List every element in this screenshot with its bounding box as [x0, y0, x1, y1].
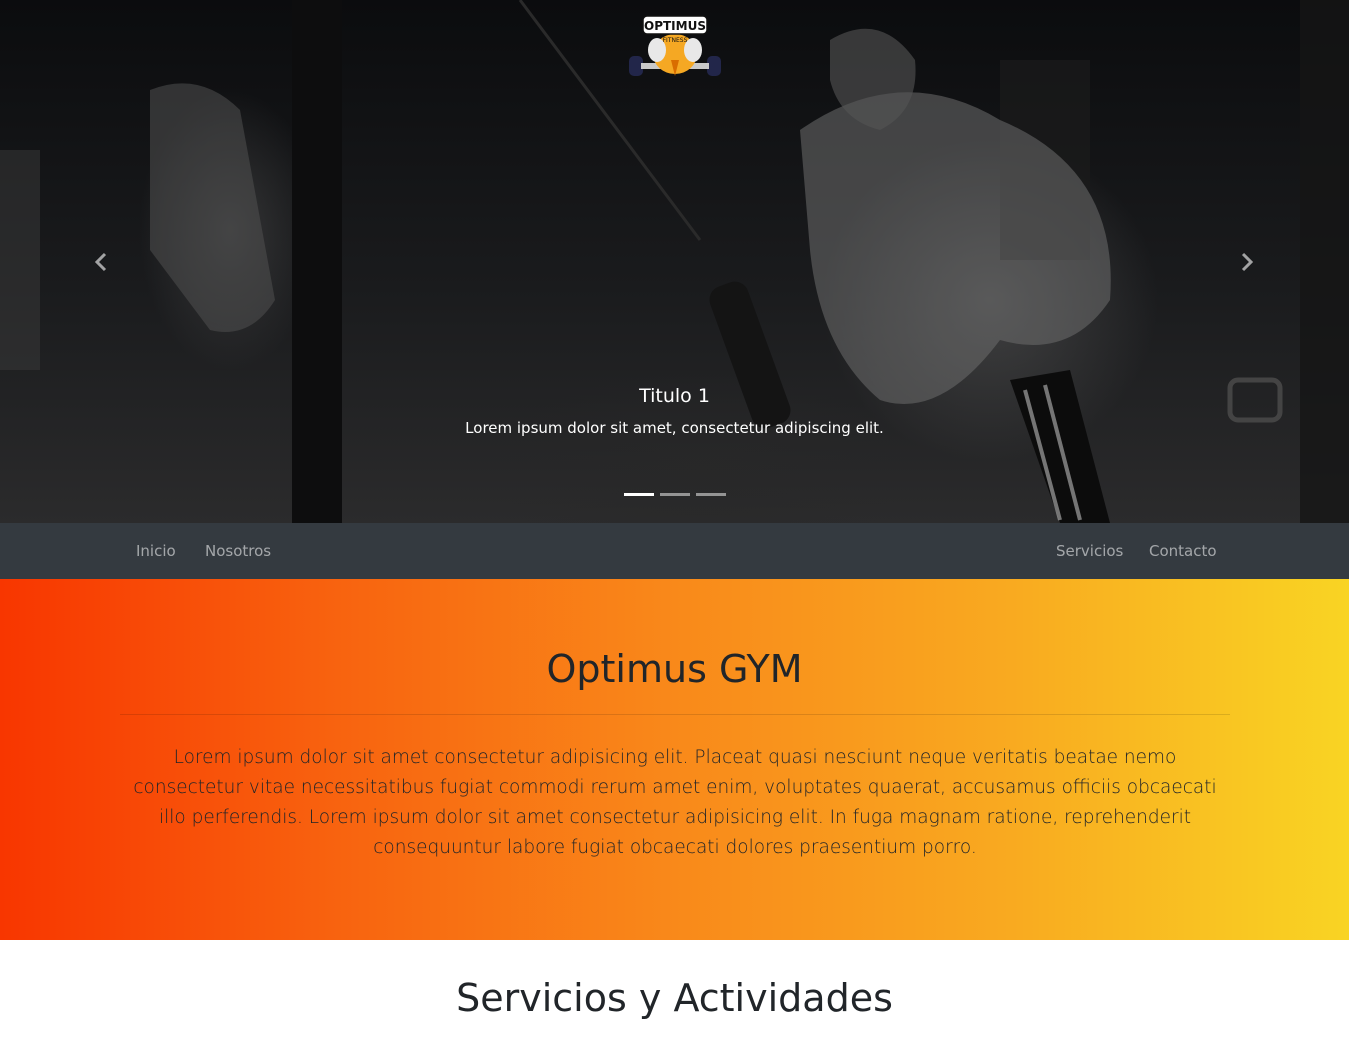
about-divider — [120, 714, 1230, 715]
chevron-right-icon — [1241, 252, 1254, 272]
about-title: Optimus GYM — [546, 647, 803, 691]
nav-link-contacto[interactable]: Contacto — [1149, 523, 1217, 579]
chevron-left-icon — [94, 252, 107, 272]
nav-link-inicio[interactable]: Inicio — [136, 523, 176, 579]
nav-link-nosotros[interactable]: Nosotros — [205, 523, 271, 579]
carousel-indicator-1[interactable] — [624, 493, 654, 496]
carousel-indicator-3[interactable] — [696, 493, 726, 496]
main-navbar: Inicio Nosotros Servicios Contacto — [0, 523, 1349, 579]
slide-title: Titulo 1 — [639, 385, 710, 407]
optimus-logo[interactable]: OPTIMUS FITNESS — [627, 10, 723, 80]
carousel-next-button[interactable] — [1230, 245, 1264, 279]
services-title: Servicios y Actividades — [456, 976, 893, 1020]
carousel-prev-button[interactable] — [84, 245, 118, 279]
carousel-indicators — [624, 493, 726, 496]
svg-text:FITNESS: FITNESS — [663, 37, 688, 44]
carousel-indicator-2[interactable] — [660, 493, 690, 496]
about-text: Lorem ipsum dolor sit amet consectetur a… — [133, 747, 1217, 858]
about-section: Optimus GYM Lorem ipsum dolor sit amet c… — [0, 579, 1349, 940]
slide-caption: Lorem ipsum dolor sit amet, consectetur … — [465, 419, 884, 437]
hero-carousel: OPTIMUS FITNESS Titulo 1 Lorem ipsum dol… — [0, 0, 1349, 523]
nav-link-servicios[interactable]: Servicios — [1056, 523, 1123, 579]
svg-text:OPTIMUS: OPTIMUS — [644, 19, 706, 33]
